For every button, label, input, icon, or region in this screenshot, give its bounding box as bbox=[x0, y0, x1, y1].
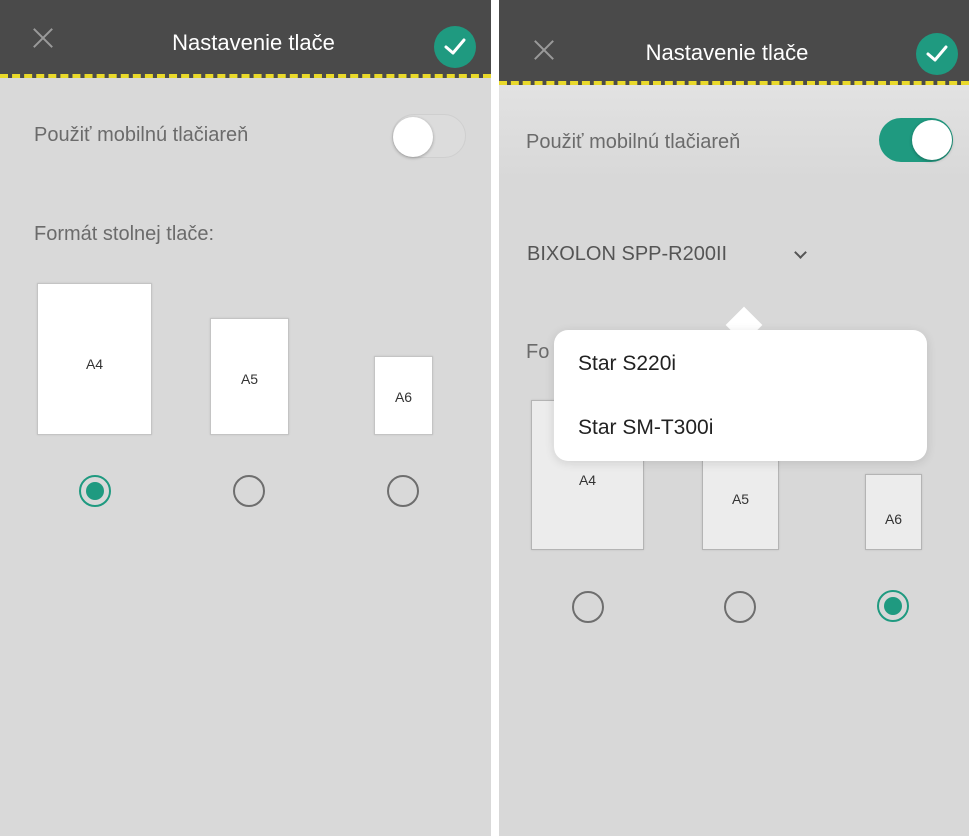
mobile-printer-toggle[interactable] bbox=[392, 114, 466, 158]
format-a5-label: A5 bbox=[240, 371, 259, 387]
check-icon bbox=[926, 45, 948, 62]
check-icon bbox=[444, 38, 466, 55]
toggle-knob bbox=[912, 120, 952, 160]
mobile-printer-toggle[interactable] bbox=[879, 118, 953, 162]
format-a6-card[interactable]: A6 bbox=[374, 356, 433, 435]
format-a6-radio[interactable] bbox=[877, 590, 909, 622]
format-a4-radio[interactable] bbox=[79, 475, 111, 507]
toggle-knob bbox=[393, 117, 433, 157]
desktop-format-label: Formát stolnej tlače: bbox=[34, 223, 215, 245]
chevron-down-icon[interactable] bbox=[794, 246, 807, 259]
format-a6-radio[interactable] bbox=[387, 475, 419, 507]
confirm-button[interactable] bbox=[916, 33, 958, 75]
confirm-button[interactable] bbox=[434, 26, 476, 68]
format-a4-card[interactable]: A4 bbox=[37, 283, 152, 435]
format-a5-card[interactable]: A5 bbox=[210, 318, 289, 435]
format-a6-label: A6 bbox=[884, 511, 903, 527]
format-a5-radio[interactable] bbox=[724, 591, 756, 623]
header-bar: Nastavenie tlače bbox=[499, 0, 969, 85]
page-title: Nastavenie tlače bbox=[645, 40, 809, 65]
printer-dropdown: Star S220i Star SM-T300i bbox=[554, 330, 927, 461]
header-bar: Nastavenie tlače bbox=[0, 0, 491, 78]
format-a5-radio[interactable] bbox=[233, 475, 265, 507]
mobile-printer-label: Použiť mobilnú tlačiareň bbox=[526, 131, 741, 153]
format-a6-label: A6 bbox=[394, 389, 413, 405]
printer-option-star-s220i[interactable]: Star S220i bbox=[578, 352, 676, 376]
printer-select[interactable]: BIXOLON SPP-R200II bbox=[527, 243, 727, 266]
left-screen: Nastavenie tlače Použiť mobilnú tlačiare… bbox=[0, 0, 491, 836]
page-title: Nastavenie tlače bbox=[172, 30, 335, 55]
format-a4-label: A4 bbox=[85, 356, 104, 372]
mobile-printer-label: Použiť mobilnú tlačiareň bbox=[34, 124, 249, 146]
desktop-format-label-partial: Fo bbox=[526, 341, 550, 363]
format-a4-label: A4 bbox=[578, 472, 597, 488]
right-screen: Nastavenie tlače Použiť mobilnú tlačiare… bbox=[499, 0, 969, 836]
format-a6-card[interactable]: A6 bbox=[865, 474, 922, 550]
printer-option-star-sm-t300i[interactable]: Star SM-T300i bbox=[578, 416, 713, 440]
format-a4-radio[interactable] bbox=[572, 591, 604, 623]
format-a5-label: A5 bbox=[731, 491, 750, 507]
